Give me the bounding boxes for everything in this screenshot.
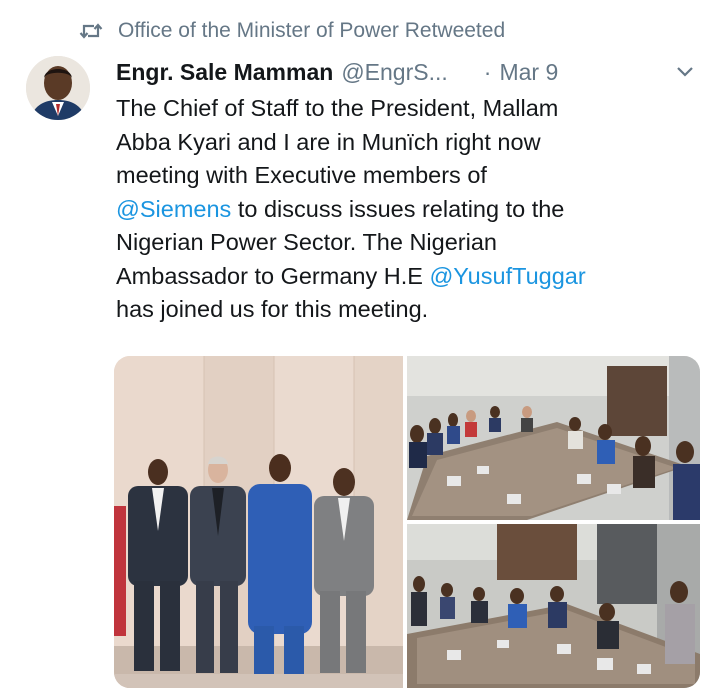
tweet-header: Engr. Sale Mamman @EngrS... · Mar 9 — [116, 54, 706, 90]
retweet-icon — [78, 20, 104, 42]
separator-dot: · — [483, 58, 492, 85]
tweet-line: Nigerian Power Sector. The Nigerian — [116, 229, 497, 255]
mention-siemens[interactable]: @Siemens — [116, 196, 231, 222]
tweet-line: @Siemens to discuss issues relating to t… — [116, 195, 565, 222]
avatar[interactable] — [26, 56, 90, 120]
tweet-line: has joined us for this meeting. — [116, 296, 429, 322]
tweet-line: meeting with Executive members of — [116, 162, 487, 188]
tweet-text: The Chief of Staff to the President, Mal… — [116, 92, 706, 327]
chevron-down-icon[interactable] — [672, 58, 698, 84]
tweet-date[interactable]: Mar 9 — [499, 59, 558, 86]
tweet-line: The Chief of Staff to the President, Mal… — [116, 95, 559, 121]
tweet-line: Ambassador to Germany H.E @YusufTuggar — [116, 262, 586, 289]
meeting-table-photo-bottom[interactable] — [407, 524, 700, 688]
group-standing-photo[interactable] — [114, 356, 403, 688]
author-name[interactable]: Engr. Sale Mamman — [116, 59, 333, 86]
retweet-banner[interactable]: Office of the Minister of Power Retweete… — [78, 14, 505, 48]
author-handle[interactable]: @EngrS... — [341, 59, 447, 86]
media-grid — [114, 356, 700, 688]
mention-yusuftuggar[interactable]: @YusufTuggar — [429, 263, 585, 289]
meeting-table-photo-top[interactable] — [407, 356, 700, 520]
tweet-line: Abba Kyari and I are in Munïch right now — [116, 128, 541, 155]
retweet-label: Office of the Minister of Power Retweete… — [118, 19, 506, 42]
